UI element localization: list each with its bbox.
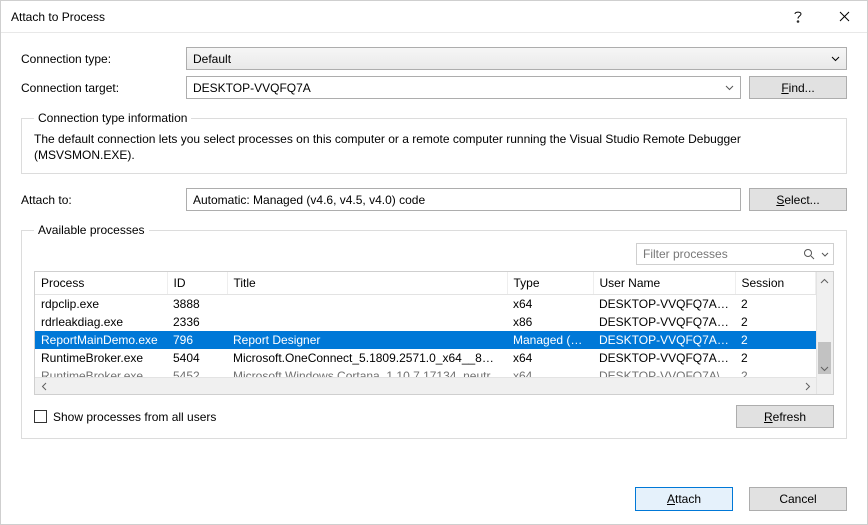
col-type[interactable]: Type [507, 272, 593, 294]
cell-process: RuntimeBroker.exe [35, 349, 167, 367]
cell-session: 2 [735, 313, 816, 331]
attach-to-value: Automatic: Managed (v4.6, v4.5, v4.0) co… [193, 193, 425, 207]
cell-user: DESKTOP-VVQFQ7A\... [593, 331, 735, 349]
horizontal-scrollbar[interactable] [35, 377, 816, 394]
cell-title [227, 294, 507, 313]
cell-user: DESKTOP-VVQFQ7A\... [593, 294, 735, 313]
connection-target-label: Connection target: [21, 81, 186, 95]
attach-to-field: Automatic: Managed (v4.6, v4.5, v4.0) co… [186, 188, 741, 211]
scroll-left-icon[interactable] [35, 378, 52, 395]
select-button-label: Select... [776, 193, 819, 207]
col-title[interactable]: Title [227, 272, 507, 294]
col-process[interactable]: Process [35, 272, 167, 294]
table-row[interactable]: RuntimeBroker.exe5404Microsoft.OneConnec… [35, 349, 816, 367]
select-button[interactable]: Select... [749, 188, 847, 211]
cell-session: 2 [735, 331, 816, 349]
connection-info-group: Connection type information The default … [21, 111, 847, 174]
find-button-label: Find... [781, 81, 814, 95]
col-session[interactable]: Session [735, 272, 816, 294]
cell-session: 2 [735, 349, 816, 367]
window-title: Attach to Process [11, 10, 775, 24]
titlebar: Attach to Process [1, 1, 867, 33]
help-button[interactable] [775, 1, 821, 33]
cell-title: Microsoft.OneConnect_5.1809.2571.0_x64__… [227, 349, 507, 367]
cell-user: DESKTOP-VVQFQ7A\... [593, 313, 735, 331]
chevron-down-icon [831, 56, 840, 62]
connection-info-legend: Connection type information [34, 111, 191, 125]
cell-id: 5404 [167, 349, 227, 367]
search-icon [803, 248, 815, 260]
vertical-scrollbar[interactable] [816, 272, 833, 394]
table-row[interactable]: rdrleakdiag.exe2336 x86DESKTOP-VVQFQ7A\..… [35, 313, 816, 331]
process-table-container: Process ID Title Type User Name Session … [34, 271, 834, 395]
cell-user: DESKTOP-VVQFQ7A\... [593, 349, 735, 367]
client-area: Connection type: Default Connection targ… [1, 33, 867, 474]
dialog-footer: Attach Cancel [1, 474, 867, 524]
scroll-down-icon[interactable] [816, 360, 833, 377]
connection-type-value: Default [193, 52, 231, 66]
chevron-down-icon [725, 85, 734, 91]
filter-placeholder: Filter processes [643, 247, 728, 261]
cell-title: Report Designer [227, 331, 507, 349]
attach-button[interactable]: Attach [635, 487, 733, 511]
col-username[interactable]: User Name [593, 272, 735, 294]
cell-type: x86 [507, 313, 593, 331]
cancel-button-label: Cancel [779, 492, 816, 506]
cell-title [227, 313, 507, 331]
scroll-right-icon[interactable] [799, 378, 816, 395]
scroll-up-icon[interactable] [816, 272, 833, 289]
cell-type: x64 [507, 349, 593, 367]
connection-target-value: DESKTOP-VVQFQ7A [193, 81, 311, 95]
cell-type: x64 [507, 294, 593, 313]
available-processes-group: Available processes Filter processes [21, 223, 847, 439]
available-processes-legend: Available processes [34, 223, 149, 237]
cell-type: Managed (v4.... [507, 331, 593, 349]
filter-input[interactable]: Filter processes [636, 243, 834, 265]
process-table[interactable]: Process ID Title Type User Name Session … [35, 272, 816, 385]
connection-info-text: The default connection lets you select p… [34, 131, 834, 163]
table-header-row: Process ID Title Type User Name Session [35, 272, 816, 294]
close-button[interactable] [821, 1, 867, 33]
cell-id: 2336 [167, 313, 227, 331]
cell-process: rdrleakdiag.exe [35, 313, 167, 331]
connection-target-combo[interactable]: DESKTOP-VVQFQ7A [186, 76, 741, 99]
cell-process: rdpclip.exe [35, 294, 167, 313]
table-row[interactable]: ReportMainDemo.exe796Report DesignerMana… [35, 331, 816, 349]
col-id[interactable]: ID [167, 272, 227, 294]
attach-to-label: Attach to: [21, 193, 186, 207]
find-button[interactable]: Find... [749, 76, 847, 99]
cancel-button[interactable]: Cancel [749, 487, 847, 511]
dropdown-arrow-icon[interactable] [821, 252, 829, 257]
refresh-button-label: Refresh [764, 410, 806, 424]
connection-type-label: Connection type: [21, 52, 186, 66]
connection-type-dropdown[interactable]: Default [186, 47, 847, 70]
show-all-users-checkbox[interactable] [34, 410, 47, 423]
cell-id: 3888 [167, 294, 227, 313]
cell-id: 796 [167, 331, 227, 349]
table-row[interactable]: rdpclip.exe3888 x64DESKTOP-VVQFQ7A\...2 [35, 294, 816, 313]
dialog-attach-to-process: Attach to Process Connection type: Defau… [0, 0, 868, 525]
refresh-button[interactable]: Refresh [736, 405, 834, 428]
show-all-users-label: Show processes from all users [53, 410, 216, 424]
attach-button-label: Attach [667, 492, 701, 506]
cell-process: ReportMainDemo.exe [35, 331, 167, 349]
cell-session: 2 [735, 294, 816, 313]
